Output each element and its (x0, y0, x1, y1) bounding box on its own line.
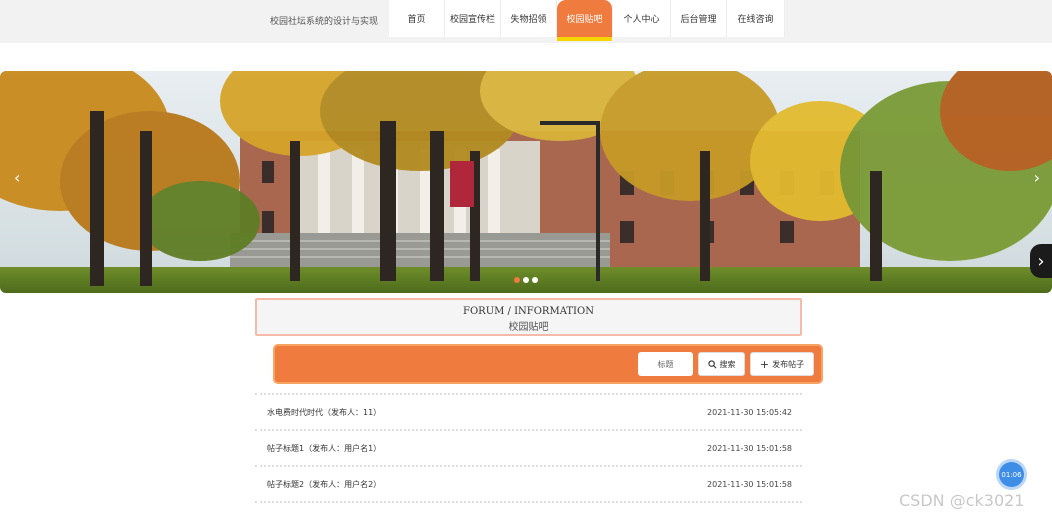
publish-button-label: 发布帖子 (772, 359, 805, 369)
banner-image (0, 71, 1052, 293)
title-search-field[interactable]: 标题 (638, 352, 693, 376)
search-icon (707, 359, 716, 368)
nav-item-online-consult[interactable]: 在线咨询 (727, 0, 785, 37)
banner-next-icon[interactable]: › (1034, 167, 1040, 189)
site-title: 校园社坛系统的设计与实现 (270, 17, 379, 27)
post-row[interactable]: 水电费时代时代（发布人：11） 2021-11-30 15:05:42 (255, 393, 802, 429)
carousel-dot-3[interactable] (532, 277, 538, 283)
carousel-dot-2[interactable] (523, 277, 529, 283)
post-title: 帖子标题1（发布人：用户名1） (267, 443, 382, 453)
section-title-en: FORUM / INFORMATION (463, 306, 594, 317)
search-button[interactable]: 搜索 (698, 352, 745, 376)
banner-prev-icon[interactable]: ‹ (14, 167, 20, 189)
post-title: 水电费时代时代（发布人：11） (267, 407, 382, 417)
clock-badge[interactable]: 01:06 (999, 462, 1024, 487)
search-bar: 标题 搜索 + 发布帖子 (275, 346, 821, 382)
post-row[interactable]: 帖子标题2（发布人：用户名2） 2021-11-30 15:01:58 (255, 465, 802, 501)
carousel-dot-1[interactable] (514, 277, 520, 283)
nav-item-campus-board[interactable]: 校园宣传栏 (445, 0, 501, 37)
section-heading: FORUM / INFORMATION 校园贴吧 (255, 298, 802, 336)
nav-item-campus-forum[interactable]: 校园贴吧 (557, 0, 613, 41)
post-time: 2021-11-30 15:05:42 (707, 407, 792, 417)
nav-item-personal-center[interactable]: 个人中心 (613, 0, 671, 37)
section-title-cn: 校园贴吧 (508, 322, 549, 333)
post-list: 水电费时代时代（发布人：11） 2021-11-30 15:05:42 帖子标题… (255, 393, 802, 519)
publish-post-button[interactable]: + 发布帖子 (750, 352, 814, 376)
main-nav: 首页 校园宣传栏 失物招领 校园贴吧 个人中心 后台管理 在线咨询 (389, 0, 785, 41)
nav-item-admin[interactable]: 后台管理 (671, 0, 727, 37)
post-time: 2021-11-30 15:01:58 (707, 479, 792, 489)
watermark-text: CSDN @ck3021 (899, 491, 1025, 510)
nav-item-home[interactable]: 首页 (389, 0, 445, 37)
banner-carousel[interactable]: ‹ › (0, 71, 1052, 293)
carousel-indicators (514, 277, 538, 283)
plus-icon: + (759, 357, 770, 371)
search-button-label: 搜索 (719, 359, 736, 369)
post-title: 帖子标题2（发布人：用户名2） (267, 479, 382, 489)
side-next-arrow-icon[interactable]: › (1030, 244, 1052, 278)
post-row[interactable]: 帖子标题1（发布人：用户名1） 2021-11-30 15:01:58 (255, 429, 802, 465)
post-row-partial (255, 501, 802, 519)
post-time: 2021-11-30 15:01:58 (707, 443, 792, 453)
nav-item-lost-found[interactable]: 失物招领 (501, 0, 557, 37)
top-navbar: 校园社坛系统的设计与实现 首页 校园宣传栏 失物招领 校园贴吧 个人中心 后台管… (0, 0, 1052, 43)
